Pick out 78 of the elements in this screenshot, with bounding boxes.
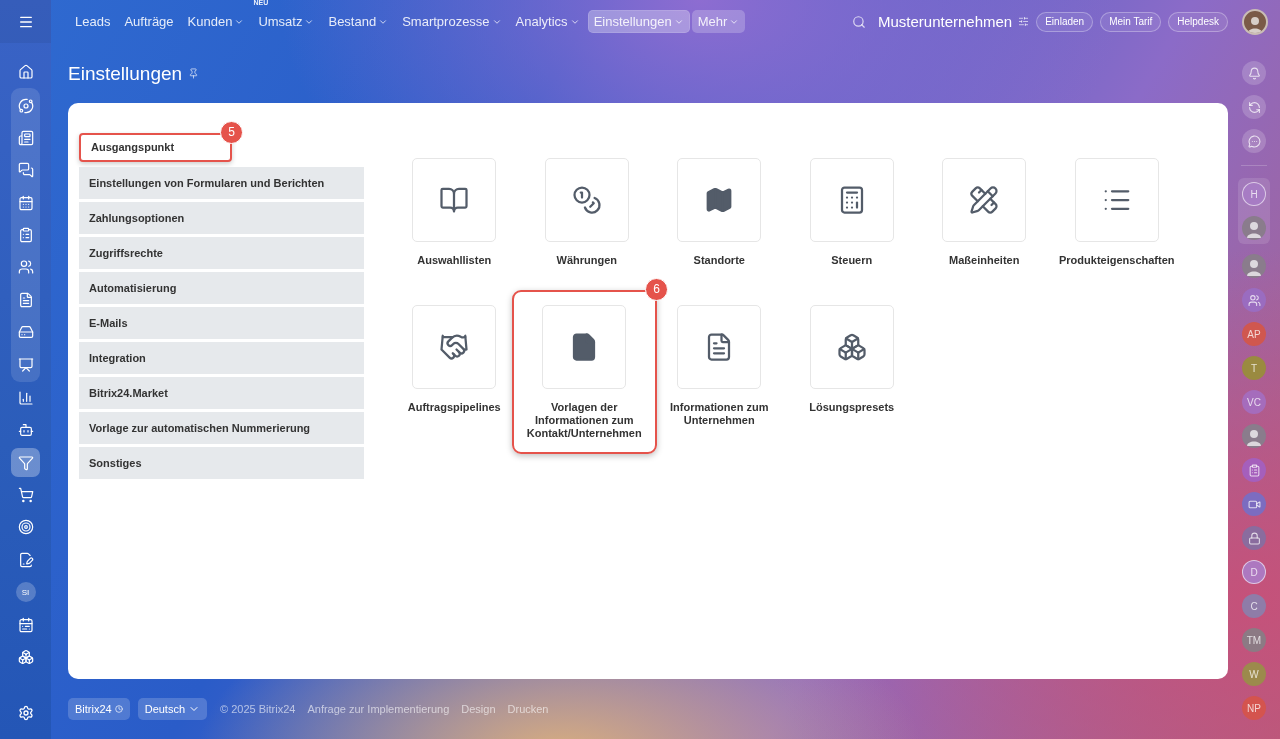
settings-menu-item[interactable]: Automatisierung (79, 271, 364, 304)
step-badge: 5 (220, 120, 243, 144)
settings-menu-item[interactable]: Zahlungsoptionen (79, 201, 364, 234)
settings-tile[interactable] (809, 157, 894, 242)
company-name: Musterunternehmen (877, 13, 1013, 30)
cubes-icon (836, 331, 867, 362)
nav-tab[interactable]: Bestand (322, 10, 395, 33)
tile-label: Vorlagen der Informationen zum Kontakt/Unternehmen (525, 400, 643, 440)
tile-label: Maßeinheiten (949, 253, 1020, 267)
user-avatar[interactable]: D (1242, 560, 1266, 584)
lock-icon[interactable] (1242, 526, 1266, 550)
nav-tab[interactable]: Leads (69, 10, 117, 33)
settings-menu-item[interactable]: E-Mails (79, 306, 364, 339)
tile-label: Informationen zum Unternehmen (669, 400, 770, 427)
tile-label: Steuern (831, 253, 873, 267)
settings-tile[interactable] (942, 157, 1027, 242)
tile-label: Standorte (693, 253, 745, 267)
nav-tab[interactable]: Einstellungen (587, 10, 690, 33)
header-button[interactable]: Mein Tarif (1100, 11, 1162, 32)
settings-menu-item[interactable]: Einstellungen von Formularen und Berichten (79, 166, 364, 199)
tile-label: Produkteigenschaften (1059, 253, 1175, 267)
menu-icon[interactable] (0, 0, 51, 43)
sync-icon[interactable] (1242, 95, 1266, 119)
copyright-text: © 2025 Bitrix24 (220, 703, 296, 716)
search-icon[interactable] (851, 14, 866, 29)
user-avatar[interactable] (1242, 8, 1268, 35)
user-avatar[interactable]: AP (1242, 322, 1266, 346)
video-camera-icon[interactable] (1242, 492, 1266, 516)
user-avatar[interactable]: H (1242, 182, 1266, 206)
user-avatar[interactable] (1242, 254, 1266, 278)
settings-tile[interactable] (412, 304, 497, 389)
settings-tile[interactable] (677, 304, 762, 389)
footer-link[interactable]: Anfrage zur Implementierung (307, 703, 450, 716)
nav-tab[interactable]: Mehr (691, 10, 746, 33)
nav-tab[interactable]: Smartprozesse (396, 10, 508, 33)
tile-label: Auftragspipelines (407, 400, 501, 414)
user-avatar[interactable]: T (1242, 356, 1266, 380)
chat-icon[interactable] (1242, 129, 1266, 153)
nav-tab[interactable]: Analytics (509, 10, 586, 33)
coins-icon (571, 184, 602, 215)
user-avatar[interactable] (1242, 216, 1266, 240)
bell-icon[interactable] (1242, 61, 1266, 85)
nav-tab[interactable]: Aufträge (118, 10, 180, 33)
page-title: Einstellungen (68, 63, 183, 85)
sliders-icon[interactable] (1018, 16, 1030, 27)
settings-tile[interactable] (809, 304, 894, 389)
task-list-icon[interactable] (1242, 458, 1266, 482)
settings-tile[interactable] (677, 157, 762, 242)
settings-menu-item[interactable]: Bitrix24.Market (79, 376, 364, 409)
language-select[interactable]: Deutsch (137, 698, 208, 721)
user-avatar[interactable]: VC (1242, 390, 1266, 414)
user-avatar[interactable]: TM (1242, 628, 1266, 652)
settings-menu-item[interactable]: Vorlage zur automatischen Nummerierung (79, 411, 364, 444)
settings-menu-item[interactable]: Sonstiges (79, 446, 364, 479)
people-icon[interactable] (1242, 288, 1266, 312)
pin-icon[interactable] (188, 68, 200, 80)
settings-tile[interactable] (1074, 157, 1159, 242)
tile-label: Auswahllisten (417, 253, 492, 267)
header-button[interactable]: Einladen (1036, 11, 1094, 32)
handshake-icon (439, 331, 470, 362)
tile-label: Währungen (556, 253, 617, 267)
step-badge: 6 (645, 277, 668, 301)
settings-tile[interactable] (412, 157, 497, 242)
user-avatar[interactable]: C (1242, 594, 1266, 618)
header-button[interactable]: Helpdesk (1168, 11, 1228, 32)
user-avatar[interactable] (1242, 424, 1266, 448)
pencil-ruler-icon (969, 184, 1000, 215)
settings-menu-item[interactable]: Zugriffsrechte (79, 236, 364, 269)
funnel-icon[interactable] (11, 448, 40, 478)
user-avatar[interactable]: NP (1242, 696, 1266, 720)
brand-button[interactable]: Bitrix24 (68, 698, 130, 721)
settings-tile[interactable] (542, 304, 627, 389)
nav-tab[interactable]: Kunden (181, 10, 251, 33)
user-avatar[interactable]: W (1242, 662, 1266, 686)
settings-tile[interactable] (544, 157, 629, 242)
tile-label: Lösungspresets (809, 400, 895, 414)
settings-menu-item[interactable]: Integration (79, 341, 364, 374)
clock-icon (114, 705, 123, 714)
